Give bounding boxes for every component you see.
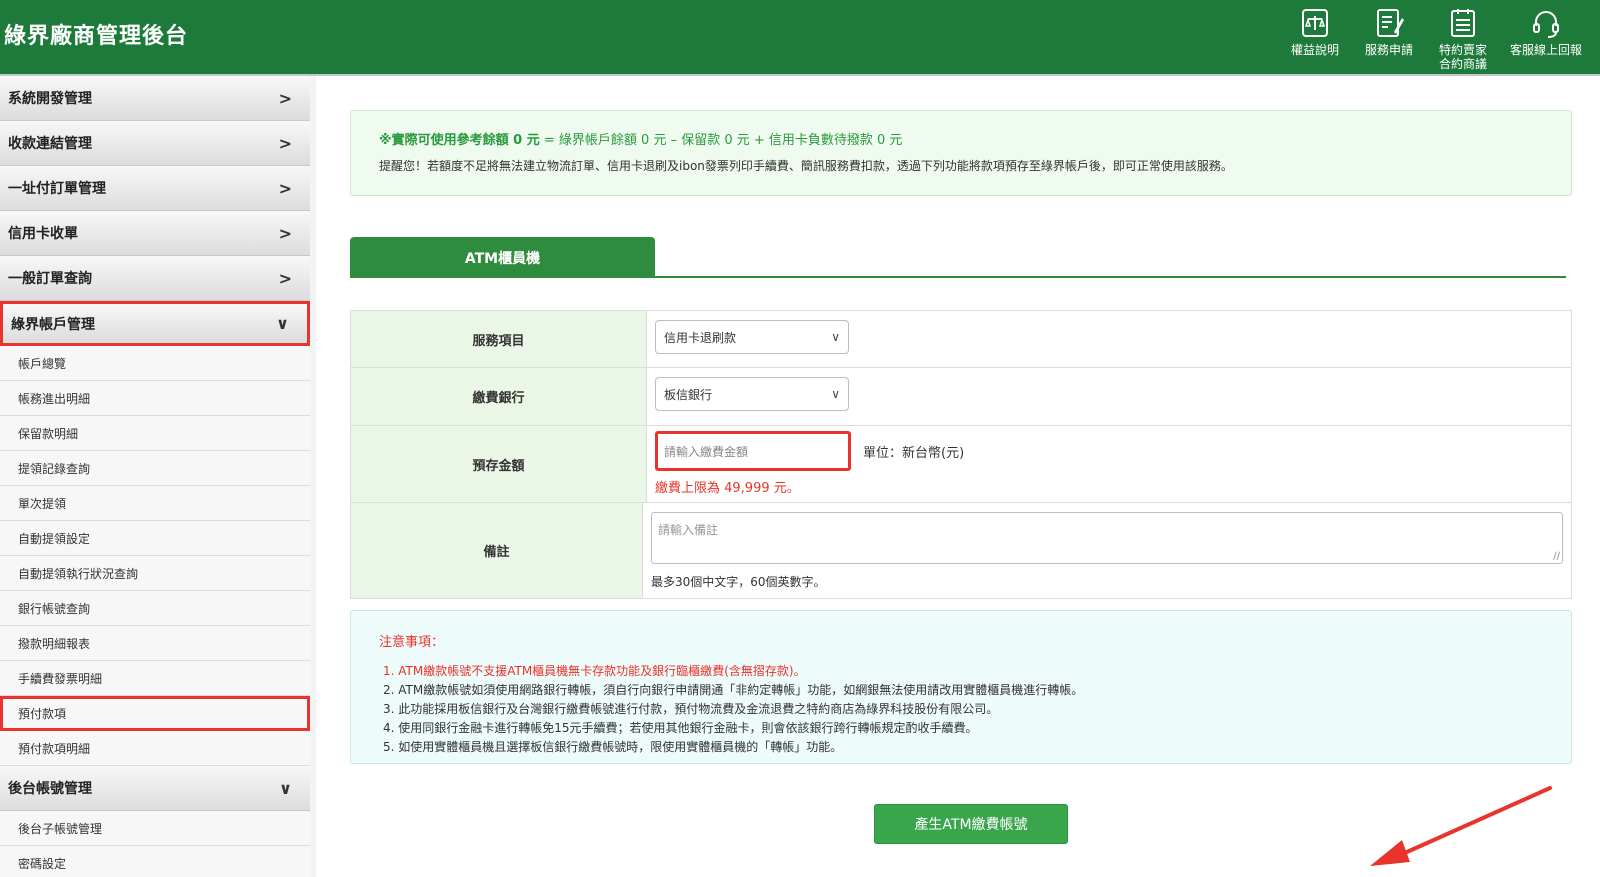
chevron-down-icon: ∨ bbox=[276, 314, 289, 333]
form-row-bank: 繳費銀行 板信銀行 ∨ bbox=[351, 368, 1571, 426]
form-icon bbox=[1377, 9, 1404, 37]
note-hint: 最多30個中文字，60個英數字。 bbox=[651, 575, 826, 589]
amount-label: 預存金額 bbox=[351, 426, 647, 502]
notice-item: 2. ATM繳款帳號如須使用網路銀行轉帳，須自行向銀行申請開通「非約定轉帳」功能… bbox=[383, 683, 1084, 697]
notice-item: 3. 此功能採用板信銀行及台灣銀行繳費帳號進行付款，預付物流費及金流退費之特約商… bbox=[383, 702, 999, 716]
sidebar-section-label: 後台帳號管理 bbox=[8, 781, 92, 797]
select-value: 板信銀行 bbox=[664, 387, 713, 402]
note-placeholder: 請輸入備註 bbox=[658, 523, 719, 537]
balance-formula: = 綠界帳戶餘額 0 元 – 保留款 0 元 + 信用卡負數待撥款 0 元 bbox=[539, 133, 903, 148]
chevron-right-icon: > bbox=[278, 223, 292, 243]
sidebar-item-prepayment[interactable]: 預付款項 bbox=[0, 696, 310, 731]
sidebar-section-system-dev[interactable]: 系統開發管理 > bbox=[0, 76, 310, 121]
sidebar-item-withdrawal-records[interactable]: 提領記錄查詢 bbox=[0, 451, 310, 486]
bank-label: 繳費銀行 bbox=[351, 368, 647, 425]
select-value: 信用卡退刷款 bbox=[664, 330, 737, 345]
notice-item: 4. 使用同銀行金融卡進行轉帳免15元手續費；若使用其他銀行金融卡，則會依該銀行… bbox=[383, 721, 978, 735]
amount-field: 請輸入繳費金額 單位：新台幣(元) 繳費上限為 49,999 元。 bbox=[647, 426, 1571, 502]
nav-customer-service[interactable]: 客服線上回報 bbox=[1500, 6, 1592, 71]
sidebar-item-auto-withdrawal-settings[interactable]: 自動提領設定 bbox=[0, 521, 310, 556]
chevron-down-icon: ∨ bbox=[279, 778, 292, 798]
service-item-label: 服務項目 bbox=[351, 311, 647, 367]
amount-input[interactable]: 請輸入繳費金額 bbox=[655, 431, 851, 471]
nav-label: 客服線上回報 bbox=[1509, 43, 1582, 57]
balance-reminder: 提醒您！若額度不足將無法建立物流訂單、信用卡退刷及ibon發票列印手續費、簡訊服… bbox=[379, 159, 1233, 173]
scales-icon bbox=[1302, 9, 1328, 37]
amount-limit-note: 繳費上限為 49,999 元。 bbox=[655, 481, 800, 496]
sidebar-section-one-address-orders[interactable]: 一址付訂單管理 > bbox=[0, 166, 310, 211]
headset-icon bbox=[1533, 11, 1559, 38]
chevron-down-icon: ∨ bbox=[831, 330, 840, 344]
chevron-right-icon: > bbox=[278, 133, 292, 153]
top-header: 綠界廠商管理後台 權益說明 服務申請 特約賣家 合約商議 客服線上回報 bbox=[0, 0, 1600, 76]
prepay-form: 服務項目 信用卡退刷款 ∨ 繳費銀行 板信銀行 ∨ 預存金額 請輸入繳費金額 單… bbox=[350, 310, 1572, 599]
sidebar-section-label: 信用卡收單 bbox=[8, 226, 78, 242]
note-label: 備註 bbox=[351, 503, 643, 598]
chevron-right-icon: > bbox=[278, 268, 292, 288]
sidebar-section-label: 收款連結管理 bbox=[8, 136, 92, 152]
resize-grip-icon[interactable]: ∕∕ bbox=[1553, 551, 1560, 562]
sidebar-item-payout-report[interactable]: 撥款明細報表 bbox=[0, 626, 310, 661]
sidebar-item-prepayment-details[interactable]: 預付款項明細 bbox=[0, 731, 310, 766]
nav-service-apply[interactable]: 服務申請 bbox=[1352, 6, 1426, 71]
service-item-field: 信用卡退刷款 ∨ bbox=[647, 311, 1571, 367]
sidebar-item-transaction-details[interactable]: 帳務進出明細 bbox=[0, 381, 310, 416]
amount-unit: 單位：新台幣(元) bbox=[863, 445, 965, 461]
sidebar-item-sub-account-management[interactable]: 後台子帳號管理 bbox=[0, 811, 310, 846]
sidebar: 系統開發管理 > 收款連結管理 > 一址付訂單管理 > 信用卡收單 > 一般訂單… bbox=[0, 76, 316, 877]
sidebar-item-auto-withdrawal-status[interactable]: 自動提領執行狀況查詢 bbox=[0, 556, 310, 591]
sidebar-item-reserve-details[interactable]: 保留款明細 bbox=[0, 416, 310, 451]
generate-atm-account-button[interactable]: 產生ATM繳費帳號 bbox=[874, 804, 1068, 844]
chevron-right-icon: > bbox=[278, 178, 292, 198]
main-content: ※實際可使用參考餘額 0 元 = 綠界帳戶餘額 0 元 – 保留款 0 元 + … bbox=[330, 82, 1596, 877]
form-row-note: 備註 請輸入備註 ∕∕ 最多30個中文字，60個英數字。 bbox=[351, 503, 1571, 598]
nav-label: 服務申請 bbox=[1364, 43, 1413, 57]
sidebar-section-account-management[interactable]: 綠界帳戶管理 ∨ bbox=[0, 301, 310, 346]
sidebar-section-credit-card[interactable]: 信用卡收單 > bbox=[0, 211, 310, 256]
form-row-amount: 預存金額 請輸入繳費金額 單位：新台幣(元) 繳費上限為 49,999 元。 bbox=[351, 426, 1571, 503]
nav-label: 合約商議 bbox=[1438, 57, 1487, 71]
sidebar-section-payment-link[interactable]: 收款連結管理 > bbox=[0, 121, 310, 166]
note-field: 請輸入備註 ∕∕ 最多30個中文字，60個英數字。 bbox=[643, 503, 1571, 598]
chevron-right-icon: > bbox=[278, 88, 292, 108]
sidebar-section-admin-accounts[interactable]: 後台帳號管理 ∨ bbox=[0, 766, 310, 811]
sidebar-section-label: 綠界帳戶管理 bbox=[11, 316, 95, 333]
service-item-select[interactable]: 信用卡退刷款 ∨ bbox=[655, 320, 849, 354]
page-title: 綠界廠商管理後台 bbox=[4, 24, 189, 49]
nav-label: 權益說明 bbox=[1290, 43, 1339, 57]
sidebar-item-password-settings[interactable]: 密碼設定 bbox=[0, 846, 310, 877]
amount-wrap: 請輸入繳費金額 單位：新台幣(元) bbox=[655, 431, 1563, 471]
tab-atm[interactable]: ATM櫃員機 bbox=[350, 237, 655, 278]
header-nav: 權益說明 服務申請 特約賣家 合約商議 客服線上回報 bbox=[1278, 6, 1592, 71]
balance-info-box: ※實際可使用參考餘額 0 元 = 綠界帳戶餘額 0 元 – 保留款 0 元 + … bbox=[350, 110, 1572, 196]
sidebar-item-account-overview[interactable]: 帳戶總覽 bbox=[0, 346, 310, 381]
sidebar-item-fee-invoice-details[interactable]: 手續費發票明細 bbox=[0, 661, 310, 696]
bank-select[interactable]: 板信銀行 ∨ bbox=[655, 377, 849, 411]
nav-rights-info[interactable]: 權益說明 bbox=[1278, 6, 1352, 71]
form-row-service: 服務項目 信用卡退刷款 ∨ bbox=[351, 311, 1571, 368]
note-textarea[interactable]: 請輸入備註 ∕∕ bbox=[651, 512, 1563, 564]
bank-field: 板信銀行 ∨ bbox=[647, 368, 1571, 425]
sidebar-section-label: 系統開發管理 bbox=[8, 91, 92, 107]
notice-item: 5. 如使用實體櫃員機且選擇板信銀行繳費帳號時，限使用實體櫃員機的「轉帳」功能。 bbox=[383, 740, 843, 754]
sidebar-section-label: 一般訂單查詢 bbox=[8, 271, 92, 287]
nav-contract-negotiation[interactable]: 特約賣家 合約商議 bbox=[1426, 6, 1500, 71]
sidebar-section-order-query[interactable]: 一般訂單查詢 > bbox=[0, 256, 310, 301]
notice-item: 1. ATM繳款帳號不支援ATM櫃員機無卡存款功能及銀行臨櫃繳費(含無摺存款)。 bbox=[383, 664, 806, 678]
checklist-icon bbox=[1451, 9, 1475, 37]
nav-label: 特約賣家 bbox=[1438, 43, 1487, 57]
annotation-arrow-icon bbox=[1370, 786, 1552, 866]
notice-title: 注意事項： bbox=[379, 635, 445, 650]
sidebar-section-label: 一址付訂單管理 bbox=[8, 181, 106, 197]
chevron-down-icon: ∨ bbox=[831, 387, 840, 401]
balance-summary: ※實際可使用參考餘額 0 元 = 綠界帳戶餘額 0 元 – 保留款 0 元 + … bbox=[379, 129, 1571, 148]
notice-box: 注意事項： 1. ATM繳款帳號不支援ATM櫃員機無卡存款功能及銀行臨櫃繳費(含… bbox=[350, 610, 1572, 764]
sidebar-item-single-withdrawal[interactable]: 單次提領 bbox=[0, 486, 310, 521]
balance-label: ※實際可使用參考餘額 0 元 bbox=[379, 133, 540, 148]
tab-bar: ATM櫃員機 bbox=[350, 237, 1566, 278]
sidebar-item-bank-account-query[interactable]: 銀行帳號查詢 bbox=[0, 591, 310, 626]
